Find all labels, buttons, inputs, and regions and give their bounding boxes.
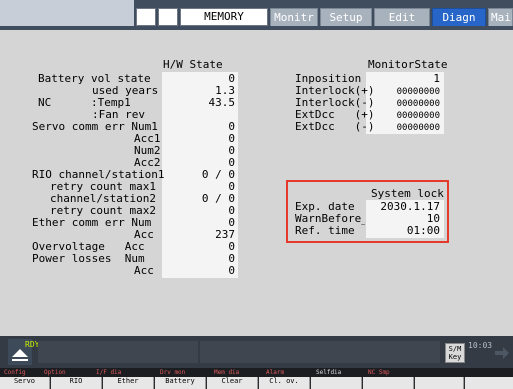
softkey-9[interactable] [415,377,464,389]
tab-edit[interactable]: Edit [374,8,430,26]
top-bar: MEMORY Monitr Setup Edit Diagn Mainte [0,0,513,30]
system-lock-title: System lock [371,187,444,200]
hw-value: 0 [228,204,235,217]
fn-label-if-dia: I/F dia [96,369,122,376]
fn-label-alarm: Alarm [266,369,285,376]
next-arrow-icon[interactable] [494,346,510,360]
sm-key-button[interactable]: S/M Key [445,343,465,363]
softkey-ether[interactable]: Ether [103,377,154,389]
status-field-2 [158,8,178,26]
hw-value: 0 [228,264,235,277]
message-area [38,341,198,363]
fn-label-nc-smp: NC Smp [368,369,390,376]
monitor-value: 00000000 [396,99,440,109]
tab-diagn[interactable]: Diagn [432,8,486,26]
tab-monitr[interactable]: Monitr [270,8,318,26]
monitor-value: 1 [433,72,440,85]
softkey-battery[interactable]: Battery [155,377,206,389]
hw-value: 0 / 0 [201,168,235,181]
fn-label-selfdia: Selfdia [316,369,342,376]
diagnosis-screen: H/W State Battery vol state 0 used years… [0,30,513,336]
operation-mode: MEMORY [180,8,268,26]
softkey-8[interactable] [363,377,414,389]
status-area-left [0,0,134,26]
monitor-label: ExtDcc (-) [295,120,375,133]
softkey-servo[interactable]: Servo [0,377,50,389]
tab-mainte[interactable]: Mainte [488,8,513,26]
system-lock-label: Ref. time [295,224,355,237]
system-lock-value: 01:00 [406,224,440,237]
softkey-cl-ov[interactable]: Cl. ov. [259,377,310,389]
message-area-2 [200,341,440,363]
hw-value: 0 [228,252,235,265]
hw-value: 0 [228,120,235,133]
hw-value: 0 [228,144,235,157]
function-labels: Config Option I/F dia Drv mon Mem dia Al… [0,368,513,377]
hw-value: 0 / 0 [201,192,235,205]
softkey-clear[interactable]: Clear [207,377,258,389]
monitor-state-title: MonitorState [368,58,448,71]
hw-state-title: H/W State [163,58,223,71]
clock: 10:03 [468,341,493,350]
sm-key-label: S/M [448,345,462,353]
hw-value: 237 [215,228,235,241]
monitor-value: 00000000 [396,111,440,121]
fn-label-drv-mon: Drv mon [160,369,186,376]
system-lock-label: Exp. date [295,200,355,213]
hw-value: 0 [228,240,235,253]
fn-label-option: Option [44,369,66,376]
hw-label: Acc [134,264,154,277]
status-bar: RDY S/M Key 10:03 [0,336,513,368]
softkey-10[interactable] [465,377,513,389]
fn-label-config: Config [4,369,26,376]
hw-label: Power losses Num [32,252,145,265]
softkey-7[interactable] [311,377,362,389]
softkey-rio[interactable]: RIO [51,377,102,389]
tab-setup[interactable]: Setup [320,8,372,26]
soft-key-row: Servo RIO Ether Battery Clear Cl. ov. [0,377,513,389]
status-field-1 [136,8,156,26]
key-label: Key [448,353,462,361]
hw-value: 43.5 [208,96,236,109]
hw-value: 0 [228,132,235,145]
fn-label-mem-dia: Mem dia [214,369,240,376]
monitor-value: 00000000 [396,87,440,97]
monitor-value: 00000000 [396,123,440,133]
